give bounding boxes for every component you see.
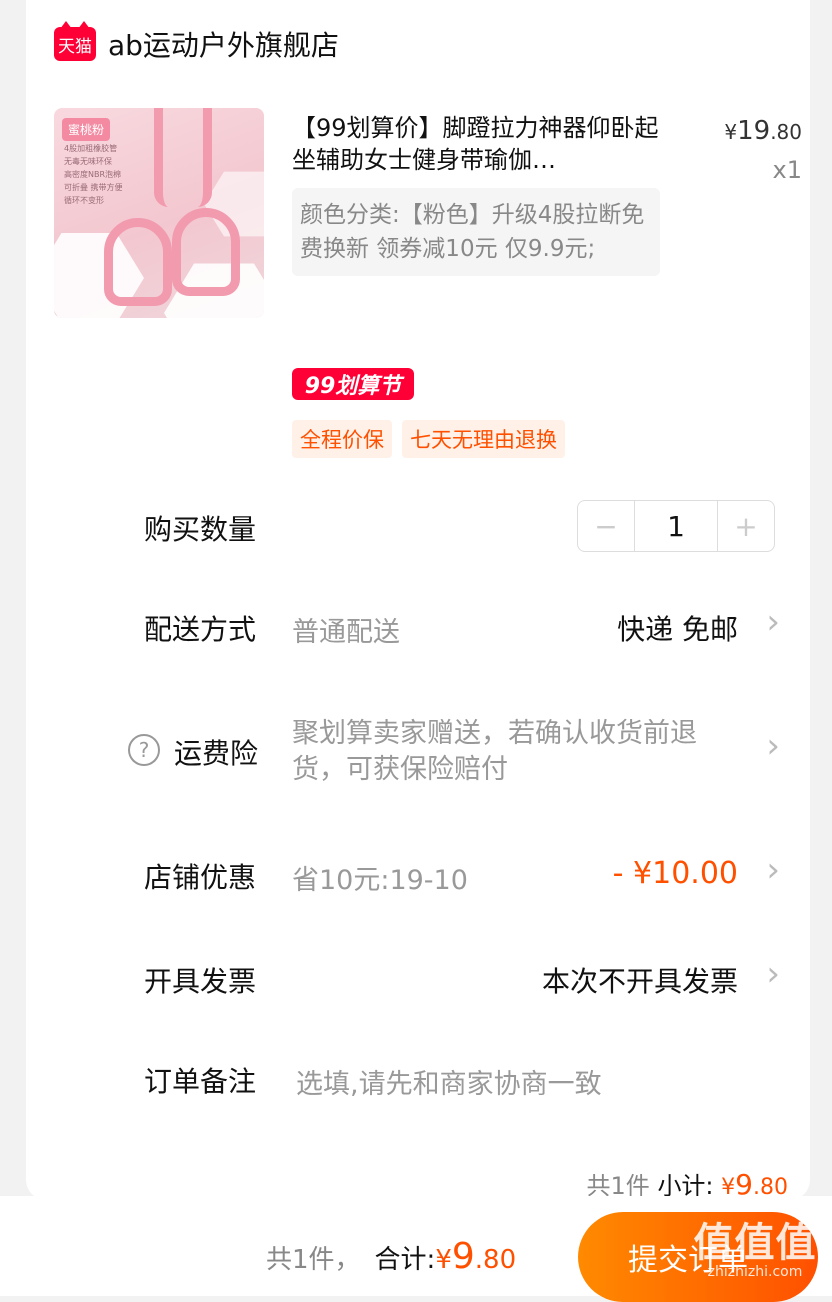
chevron-right-icon: › xyxy=(766,850,780,890)
promo-logo: 99划算节 xyxy=(292,368,414,400)
delivery-right: 快递 免邮 xyxy=(617,613,738,646)
total-label: 合计: xyxy=(374,1245,436,1275)
product-image[interactable]: 蜜桃粉 4股加粗橡胶管 无毒无味环保 高密度NBR泡棉 可折叠 携带方便 循环不… xyxy=(54,108,264,318)
remark-input[interactable]: 选填,请先和商家协商一致 xyxy=(296,1062,602,1101)
quantity-value[interactable]: 1 xyxy=(634,501,718,551)
chevron-right-icon: › xyxy=(766,602,780,642)
total-integer: 9 xyxy=(451,1236,475,1277)
coupon-label: 店铺优惠 xyxy=(144,861,257,894)
image-feature-list: 4股加粗橡胶管 无毒无味环保 高密度NBR泡棉 可折叠 携带方便 循环不变形 xyxy=(64,142,123,207)
delivery-row[interactable]: 配送方式 普通配送 快递 免邮 › xyxy=(0,602,832,648)
image-feature: 无毒无味环保 xyxy=(64,157,112,166)
increment-button[interactable]: + xyxy=(718,501,774,551)
product-title[interactable]: 【99划算价】脚蹬拉力神器仰卧起坐辅助女士健身带瑜伽… xyxy=(292,112,666,176)
total-count: 共1件， xyxy=(266,1245,361,1275)
service-tag: 七天无理由退换 xyxy=(402,420,565,458)
decrement-button[interactable]: − xyxy=(578,501,634,551)
price-decimal: .80 xyxy=(770,120,802,144)
price-currency: ¥ xyxy=(724,120,738,144)
image-feature: 4股加粗橡胶管 xyxy=(64,144,118,153)
chevron-right-icon: › xyxy=(766,954,780,994)
image-feature: 高密度NBR泡棉 xyxy=(64,170,122,179)
quantity-stepper: − 1 + xyxy=(577,500,775,552)
image-feature: 循环不变形 xyxy=(64,196,104,205)
tmall-logo-icon: 天猫 xyxy=(54,21,96,61)
total: 共1件， 合计:¥9.80 xyxy=(266,1236,516,1277)
tmall-badge-text: 天猫 xyxy=(58,36,92,57)
chevron-right-icon[interactable]: › xyxy=(766,726,780,766)
watermark: 值值值 zhizhizhi.com xyxy=(680,1210,830,1280)
total-amount: ¥9.80 xyxy=(435,1236,517,1277)
service-tag: 全程价保 xyxy=(292,420,392,458)
delivery-label: 配送方式 xyxy=(144,613,257,646)
image-tag: 蜜桃粉 xyxy=(62,118,111,141)
store-header[interactable]: 天猫 ab运动户外旗舰店 xyxy=(54,21,339,64)
price-integer: 19 xyxy=(737,116,771,146)
total-currency: ¥ xyxy=(435,1245,452,1275)
invoice-label: 开具发票 xyxy=(144,965,257,998)
invoice-value: 本次不开具发票 xyxy=(541,965,738,998)
watermark-logo: 值值值 xyxy=(693,1220,817,1266)
total-decimal: .80 xyxy=(474,1245,517,1275)
delivery-value: 普通配送 xyxy=(292,617,400,648)
product-quantity: x1 xyxy=(772,156,802,184)
insurance-text: 聚划算卖家赠送，若确认收货前退货，可获保险赔付 xyxy=(292,718,697,785)
sku-selector[interactable]: 颜色分类:【粉色】升级4股拉断免费换新 领券减10元 仅9.9元; xyxy=(292,188,660,276)
product-price: ¥19.80 xyxy=(724,116,802,146)
service-tags: 全程价保 七天无理由退换 xyxy=(292,420,565,458)
insurance-label: 运费险 xyxy=(174,737,259,770)
help-icon[interactable]: ? xyxy=(128,734,160,766)
store-name[interactable]: ab运动户外旗舰店 xyxy=(108,24,339,64)
coupon-value: 省10元:19-10 xyxy=(292,865,468,896)
image-feature: 可折叠 携带方便 xyxy=(64,183,123,192)
quantity-label: 购买数量 xyxy=(144,513,257,546)
coupon-amount: - ¥10.00 xyxy=(612,856,738,891)
remark-label: 订单备注 xyxy=(144,1065,257,1098)
invoice-row[interactable]: 开具发票 本次不开具发票 › xyxy=(0,954,832,1000)
